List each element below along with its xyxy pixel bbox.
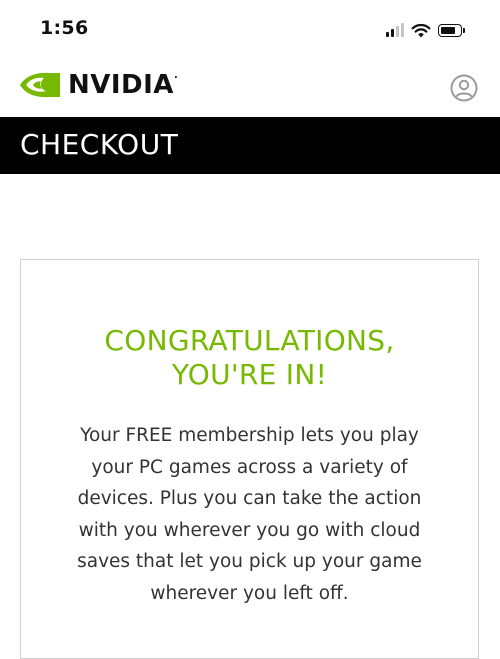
signal-icon	[386, 23, 404, 37]
account-icon[interactable]	[450, 74, 478, 102]
battery-icon	[438, 23, 465, 37]
nvidia-logo[interactable]: NVIDIA.	[20, 70, 178, 100]
congrats-heading-line2: YOU'RE IN!	[171, 358, 328, 391]
status-bar: 1:56	[0, 0, 500, 62]
site-header: NVIDIA.	[0, 62, 500, 117]
congrats-heading-line1: CONGRATULATIONS,	[104, 324, 395, 357]
status-time: 1:56	[40, 17, 89, 39]
congrats-heading: CONGRATULATIONS, YOU'RE IN!	[21, 324, 478, 392]
checkout-bar: CHECKOUT	[0, 117, 500, 174]
nvidia-eye-logo-icon	[20, 72, 60, 98]
confirmation-card: CONGRATULATIONS, YOU'RE IN! Your FREE me…	[20, 259, 479, 659]
page-title: CHECKOUT	[20, 128, 179, 161]
wifi-icon	[411, 23, 431, 37]
brand-name: NVIDIA.	[68, 70, 179, 100]
status-icons	[386, 20, 465, 40]
membership-description: Your FREE membership lets you play your …	[77, 425, 422, 604]
